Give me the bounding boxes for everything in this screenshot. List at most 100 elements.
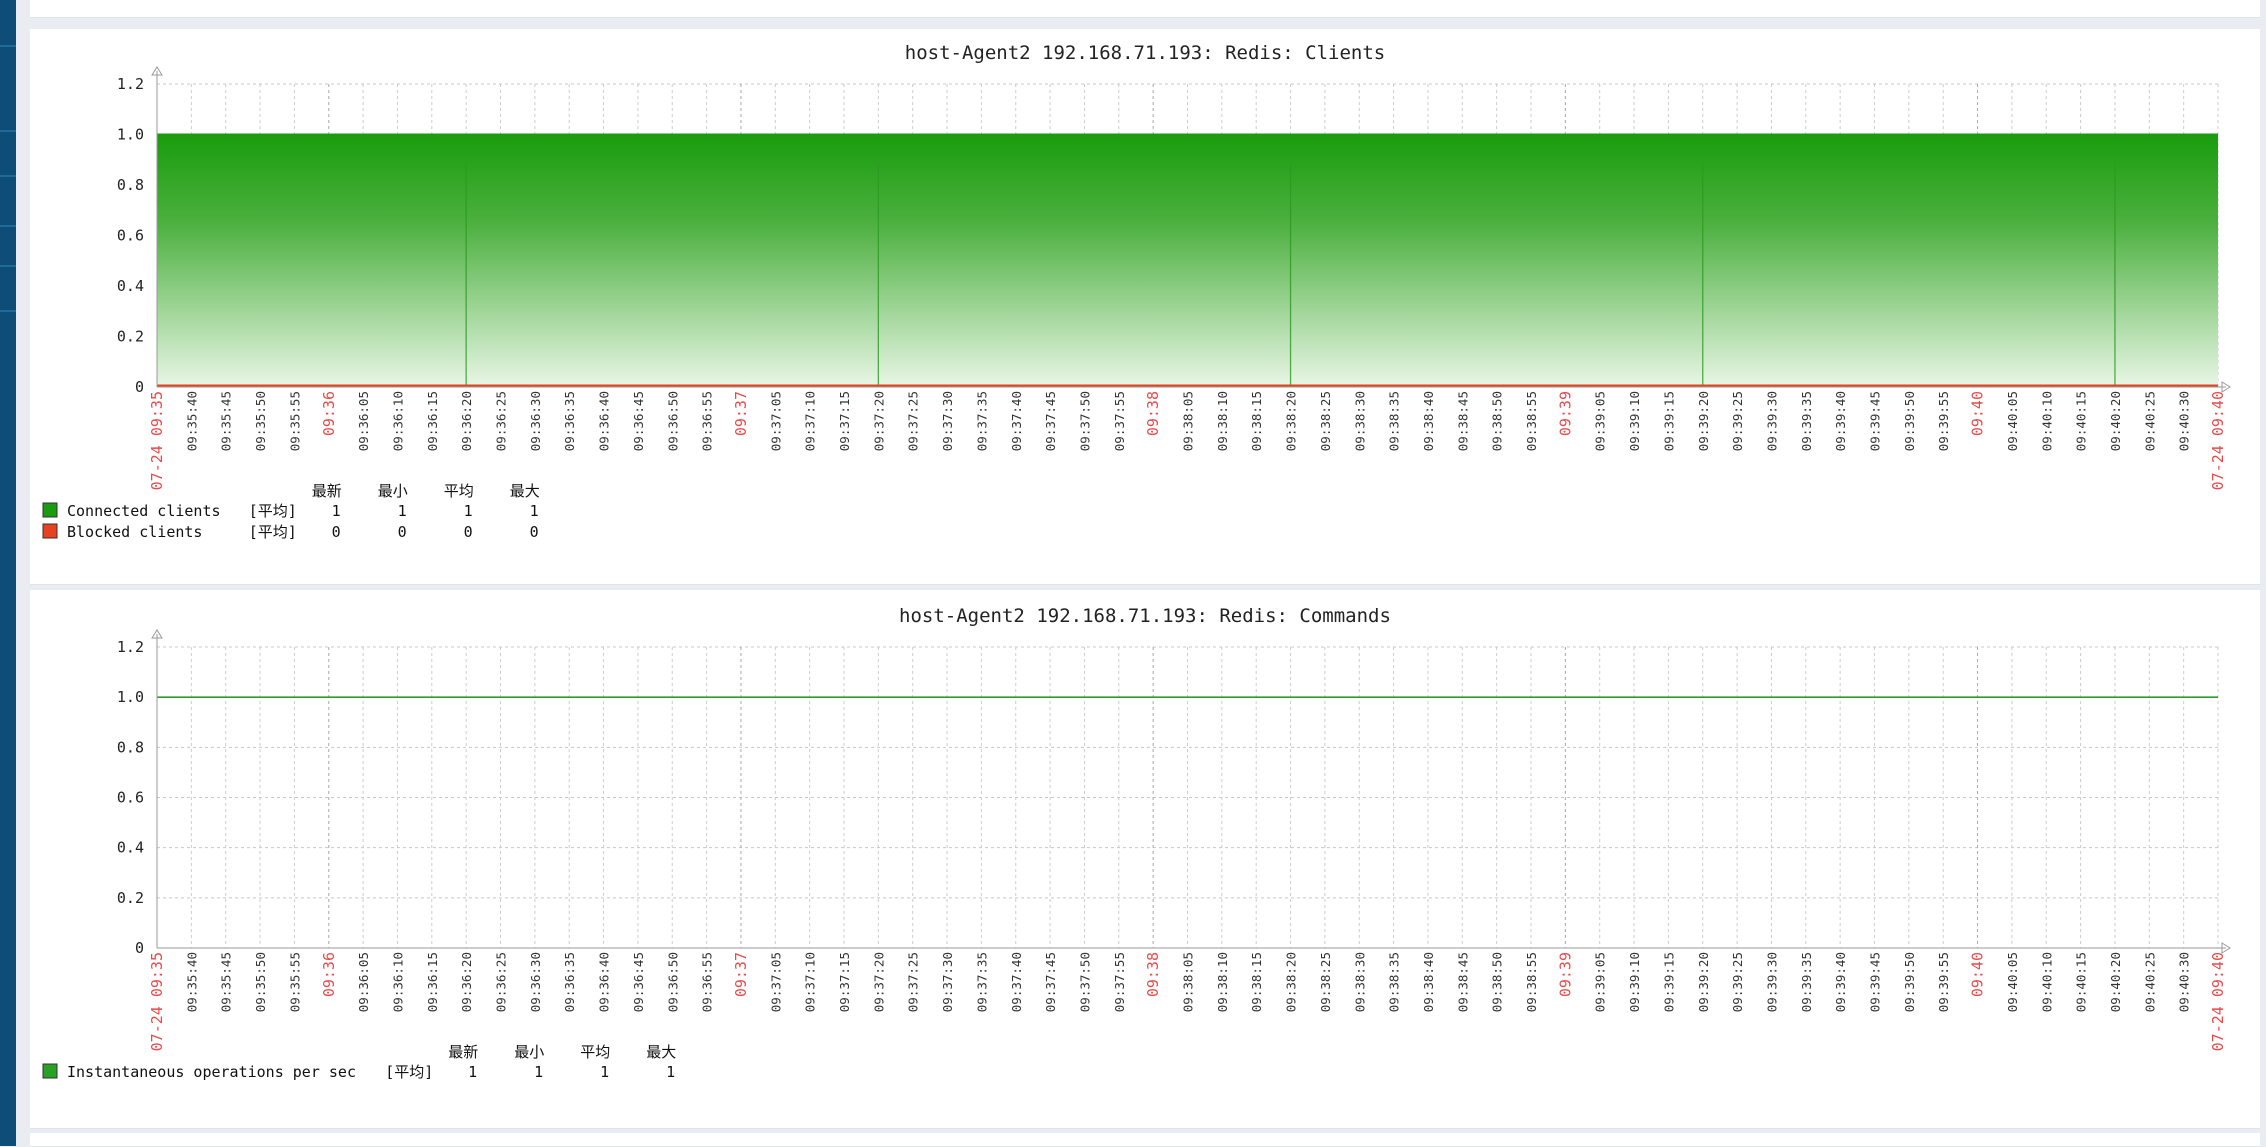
y-tick-label: 0.8 — [117, 738, 144, 756]
x-tick-label: 09:38:20 — [1284, 952, 1299, 1012]
x-tick-label: 09:37:45 — [1043, 952, 1058, 1012]
x-tick-label: 09:40:10 — [2039, 952, 2054, 1012]
x-tick-label: 09:40:10 — [2039, 391, 2054, 451]
x-tick-label: 09:36:15 — [425, 391, 440, 451]
sidebar-divider — [0, 310, 16, 312]
legend-series-value: 1 — [666, 1063, 675, 1081]
x-tick-label: 09:35:50 — [253, 391, 268, 451]
x-tick-label: 09:36:35 — [562, 952, 577, 1012]
x-tick-label: 09:37:40 — [1009, 952, 1024, 1012]
x-tick-label: 09:37:20 — [871, 391, 886, 451]
x-tick-label: 09:39:45 — [1868, 391, 1883, 451]
x-tick-label: 09:36 — [320, 391, 338, 436]
y-tick-label: 0 — [135, 939, 144, 957]
x-tick-label: 09:39:05 — [1593, 391, 1608, 451]
legend-swatch — [42, 523, 58, 539]
x-tick-label: 09:39:15 — [1661, 952, 1676, 1012]
x-tick-label: 09:39:15 — [1661, 391, 1676, 451]
x-tick-label: 09:37:15 — [837, 391, 852, 451]
x-tick-label: 09:38:15 — [1249, 391, 1264, 451]
x-tick-label: 09:36:40 — [597, 391, 612, 451]
x-tick-label: 09:39 — [1556, 391, 1574, 436]
x-tick-label: 09:38:05 — [1181, 952, 1196, 1012]
x-tick-label: 09:38:25 — [1318, 952, 1333, 1012]
x-tick-label: 09:38:10 — [1215, 391, 1230, 451]
legend-column-header: 最小 — [514, 1043, 544, 1061]
commands-graph: host-Agent2 192.168.71.193: Redis: Comma… — [42, 605, 2231, 1081]
x-tick-label: 09:38:55 — [1524, 391, 1539, 451]
x-tick-label: 09:37:25 — [906, 952, 921, 1012]
legend-series-function: [平均] — [249, 502, 297, 520]
legend-series-value: 1 — [534, 1063, 543, 1081]
x-tick-label: 09:39:20 — [1696, 952, 1711, 1012]
x-tick-label: 09:36:55 — [700, 391, 715, 451]
x-tick-label: 09:39:45 — [1868, 952, 1883, 1012]
legend-series-value: 1 — [530, 502, 539, 520]
sidebar-strip — [0, 0, 16, 1146]
x-tick-label: 09:37:30 — [940, 952, 955, 1012]
x-tick-label: 09:36:25 — [494, 391, 509, 451]
clients-graph: host-Agent2 192.168.71.193: Redis: Clien… — [42, 42, 2231, 541]
legend-column-header: 最大 — [646, 1043, 676, 1061]
x-tick-label: 09:36:20 — [459, 391, 474, 451]
legend-column-header: 最新 — [312, 482, 342, 500]
x-tick-label: 09:39:10 — [1627, 391, 1642, 451]
x-tick-label: 09:36:15 — [425, 952, 440, 1012]
x-tick-label: 09:38:50 — [1490, 952, 1505, 1012]
y-tick-label: 0.6 — [117, 789, 144, 807]
x-tick-label: 09:35:50 — [253, 952, 268, 1012]
legend-series-name: Blocked clients — [67, 523, 202, 541]
x-tick-label: 09:37:05 — [768, 391, 783, 451]
x-tick-label: 09:39:25 — [1730, 391, 1745, 451]
legend-series-name: Instantaneous operations per sec — [67, 1063, 356, 1081]
x-tick-label: 09:37:55 — [1112, 952, 1127, 1012]
x-tick-label: 09:38:30 — [1352, 391, 1367, 451]
chart-title: host-Agent2 192.168.71.193: Redis: Clien… — [905, 42, 1385, 64]
x-tick-label: 09:39:35 — [1799, 391, 1814, 451]
x-tick-label: 09:40:15 — [2074, 391, 2089, 451]
x-tick-label: 09:37:50 — [1077, 952, 1092, 1012]
x-tick-label: 09:36:35 — [562, 391, 577, 451]
legend-series-function: [平均] — [385, 1063, 433, 1081]
x-tick-label: 09:36:50 — [665, 952, 680, 1012]
y-tick-label: 0.6 — [117, 227, 144, 245]
x-tick-label: 09:38:15 — [1249, 952, 1264, 1012]
x-tick-label: 09:36:10 — [390, 391, 405, 451]
x-tick-label: 09:35:55 — [287, 952, 302, 1012]
x-tick-label: 07-24 09:40 — [2209, 391, 2227, 490]
x-tick-label: 09:37:25 — [906, 391, 921, 451]
y-tick-label: 0.8 — [117, 176, 144, 194]
x-tick-label: 09:38 — [1144, 391, 1162, 436]
x-tick-label: 09:39:50 — [1902, 952, 1917, 1012]
y-tick-label: 1.2 — [117, 75, 144, 93]
x-tick-label: 09:39:40 — [1833, 391, 1848, 451]
x-tick-label: 09:37 — [732, 952, 750, 997]
legend-series-value: 1 — [464, 502, 473, 520]
graph-panel-clients: host-Agent2 192.168.71.193: Redis: Clien… — [30, 29, 2260, 585]
x-tick-label: 09:35:45 — [219, 391, 234, 451]
x-tick-label: 09:36:30 — [528, 391, 543, 451]
previous-graph-panel — [30, 0, 2260, 18]
x-tick-label: 09:40:05 — [2005, 952, 2020, 1012]
x-tick-label: 09:35:45 — [219, 952, 234, 1012]
y-tick-label: 0.2 — [117, 328, 144, 346]
x-tick-label: 09:35:55 — [287, 391, 302, 451]
y-tick-label: 1.0 — [117, 126, 144, 144]
x-tick-label: 09:40 — [1969, 952, 1987, 997]
x-tick-label: 09:35:40 — [184, 952, 199, 1012]
x-tick-label: 07-24 09:40 — [2209, 952, 2227, 1051]
x-tick-label: 09:39:40 — [1833, 952, 1848, 1012]
legend-column-header: 最小 — [378, 482, 408, 500]
x-tick-label: 09:38:40 — [1421, 391, 1436, 451]
x-tick-label: 09:40:05 — [2005, 391, 2020, 451]
x-tick-label: 09:36:25 — [494, 952, 509, 1012]
x-tick-label: 09:38:05 — [1181, 391, 1196, 451]
legend-swatch — [42, 502, 58, 518]
x-tick-label: 09:38:20 — [1284, 391, 1299, 451]
x-tick-label: 09:38:10 — [1215, 952, 1230, 1012]
x-tick-label: 09:38:30 — [1352, 952, 1367, 1012]
x-tick-label: 09:37:15 — [837, 952, 852, 1012]
x-tick-label: 09:39 — [1556, 952, 1574, 997]
x-tick-label: 09:37:10 — [803, 391, 818, 451]
x-tick-label: 09:35:40 — [184, 391, 199, 451]
